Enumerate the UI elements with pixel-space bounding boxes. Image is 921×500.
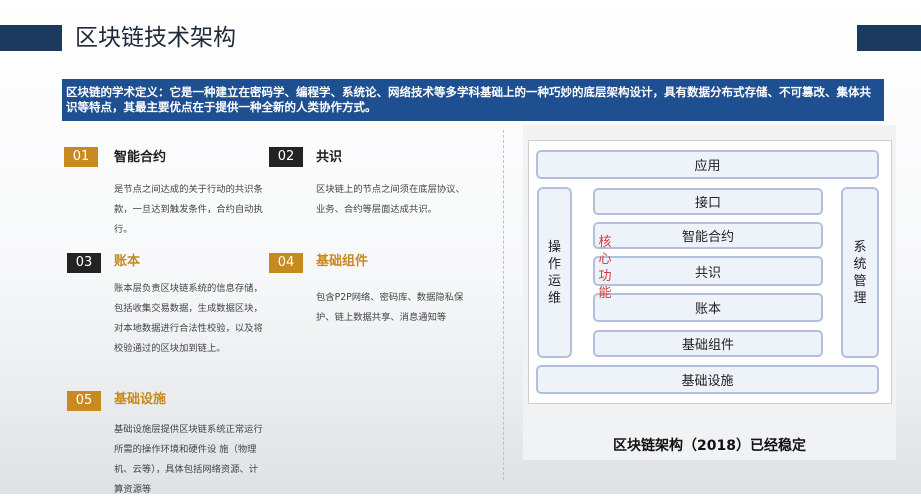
item-number-02: 02: [269, 147, 303, 167]
item-desc-consensus: 区块链上的节点之间须在底层协议、业务、合约等层面达成共识。: [316, 184, 465, 215]
item-title-ledger: 账本: [114, 254, 141, 269]
diagram-caption: 区块链架构（2018）已经稳定: [613, 438, 806, 454]
layer-smart-contract: 智能合约: [593, 222, 823, 249]
side-system-management-label: 系统管理: [853, 239, 867, 306]
side-operations-label: 操作运维: [547, 239, 561, 306]
item-desc-infrastructure: 基础设施层提供区块链系统正常运行所需的操作环境和硬件设 施（物理机、云等），具体…: [114, 424, 263, 495]
item-title-smart-contract: 智能合约: [114, 150, 167, 165]
item-desc-smart-contract: 是节点之间达成的关于行动的共识条款，一旦达到触发条件，合约自动执行。: [114, 184, 263, 235]
item-number-05: 05: [67, 391, 101, 411]
layer-infrastructure: 基础设施: [536, 365, 879, 394]
definition-banner: 区块链的学术定义：它是一种建立在密码学、编程学、系统论、网络技术等多学科基础上的…: [62, 79, 884, 121]
item-title-infrastructure: 基础设施: [114, 392, 167, 407]
side-operations: 操作运维: [537, 187, 572, 358]
header-accent-bar-right: [857, 25, 921, 51]
layer-base-components: 基础组件: [593, 330, 823, 357]
item-desc-base-components: 包含P2P网络、密码库、数据隐私保护、链上数据共享、消息通知等: [316, 292, 464, 323]
page-title: 区块链技术架构: [75, 25, 236, 51]
item-number-01: 01: [64, 147, 98, 167]
header-accent-bar-left: [0, 25, 62, 51]
column-divider: [503, 130, 504, 480]
side-system-management: 系统管理: [841, 187, 879, 358]
item-number-03: 03: [67, 253, 101, 273]
item-desc-ledger: 账本层负责区块链系统的信息存储，包括收集交易数据，生成数据区块，对本地数据进行合…: [114, 283, 263, 354]
item-title-base-components: 基础组件: [316, 254, 369, 269]
layer-application: 应用: [536, 150, 879, 179]
item-number-04: 04: [269, 253, 303, 273]
item-title-consensus: 共识: [316, 150, 343, 165]
layer-interface: 接口: [593, 188, 823, 215]
core-function-label: 核心功能: [598, 235, 612, 301]
layer-consensus: 共识: [593, 256, 823, 286]
layer-ledger: 账本: [593, 293, 823, 322]
